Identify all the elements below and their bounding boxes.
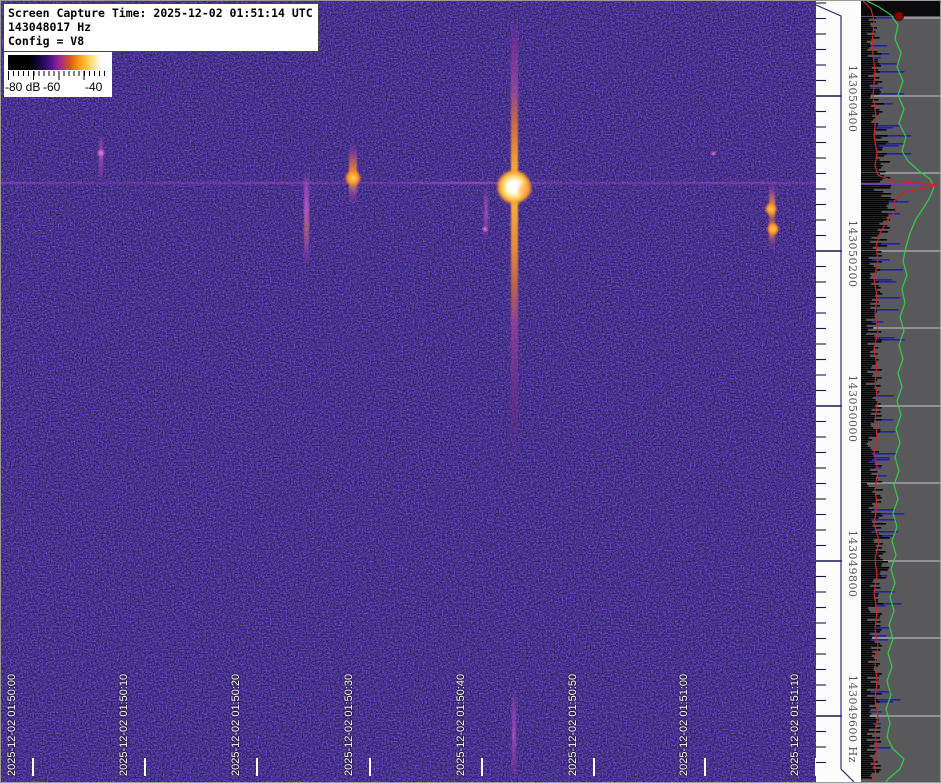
meteor-echo-blob: [710, 150, 716, 156]
frequency-axis-label: 143049600 Hz: [846, 675, 859, 763]
meteor-echo-blob: [97, 149, 105, 157]
meteor-echo-streak: [304, 171, 309, 266]
db-label-high: -40: [85, 80, 103, 94]
time-axis-label: 2025-12-02 01:50:30: [343, 673, 355, 776]
config-text: Config = V8: [8, 34, 85, 48]
db-label-low: -80 dB: [5, 80, 41, 94]
meteor-echo-streak: [484, 187, 488, 242]
time-axis-label: 2025-12-02 01:50:00: [6, 673, 18, 776]
time-axis-label: 2025-12-02 01:50:20: [230, 673, 242, 776]
time-axis-tick: [256, 758, 258, 776]
time-axis-label: 2025-12-02 01:50:10: [118, 673, 130, 776]
waterfall-noise-texture: [1, 1, 817, 782]
spectrum-graph-panel: [861, 1, 940, 782]
marker-dot: [894, 11, 904, 21]
frequency-axis-label: 143050000: [846, 375, 859, 443]
meteor-echo-blob: [767, 223, 779, 235]
meteor-echo-blob: [517, 182, 533, 198]
frequency-axis-label: 143050400: [846, 65, 859, 133]
db-ruler-ticks: [8, 71, 109, 80]
center-frequency-text: 143048017 Hz: [8, 20, 92, 34]
carrier-line: [1, 182, 817, 184]
time-axis-label: 2025-12-02 01:51:00: [678, 673, 690, 776]
capture-info-box: Screen Capture Time: 2025-12-02 01:51:14…: [3, 3, 319, 52]
time-axis-tick: [369, 758, 371, 776]
db-label-mid: -60: [43, 80, 61, 94]
capture-time-text: Screen Capture Time: 2025-12-02 01:51:14…: [8, 6, 313, 20]
meteor-echo-streak: [512, 687, 516, 782]
frequency-scale: 143050400 143050200 143050000 143049800 1430…: [815, 1, 861, 782]
frequency-axis-label: 143050200: [846, 220, 859, 288]
time-axis-label: 2025-12-02 01:50:40: [455, 673, 467, 776]
time-axis-label: 2025-12-02 01:51:10: [789, 673, 801, 776]
spectrum-lab-screen-capture: 2025-12-02 01:50:00 2025-12-02 01:50:10 20…: [0, 0, 941, 783]
time-axis-tick: [704, 758, 706, 776]
time-axis-tick: [144, 758, 146, 776]
meteor-echo-streak: [769, 183, 775, 253]
color-gradient-bar: [8, 55, 108, 70]
time-axis-tick: [593, 758, 595, 776]
time-axis-tick: [32, 758, 34, 776]
time-axis-label: 2025-12-02 01:50:50: [567, 673, 579, 776]
waterfall-spectrogram: 2025-12-02 01:50:00 2025-12-02 01:50:10 20…: [1, 1, 817, 782]
meteor-echo-blob: [482, 226, 488, 232]
meteor-echo-streak: [511, 16, 518, 468]
meteor-echo-streak: [99, 134, 103, 182]
spectrum-graph: [861, 1, 940, 782]
db-color-legend: -80 dB -60 -40: [4, 52, 112, 97]
frequency-axis-label: 143049800: [846, 530, 859, 598]
meteor-echo-blob: [345, 170, 361, 186]
time-axis-tick: [481, 758, 483, 776]
meteor-echo-blob: [765, 203, 777, 215]
